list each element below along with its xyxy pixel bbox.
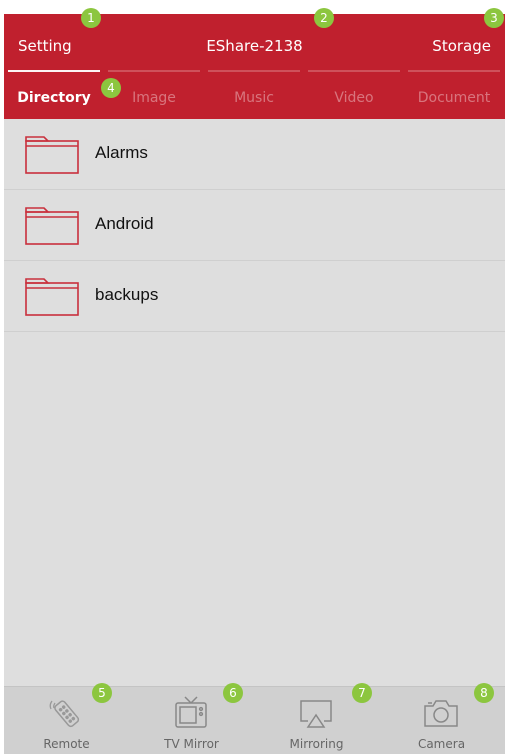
nav-label: TV Mirror xyxy=(164,737,219,751)
app-screen: Setting EShare-2138 Storage Directory Im… xyxy=(4,14,505,754)
device-title: EShare-2138 xyxy=(206,37,303,55)
top-bar: Setting EShare-2138 Storage xyxy=(4,14,505,72)
storage-button[interactable]: Storage xyxy=(432,36,491,56)
annotation-badge: 3 xyxy=(484,8,504,28)
tab-indicator xyxy=(108,70,200,72)
annotation-badge: 6 xyxy=(223,683,243,703)
folder-name: backups xyxy=(95,285,159,304)
folder-icon xyxy=(25,207,79,245)
tv-icon xyxy=(175,696,207,728)
tab-image[interactable]: Image xyxy=(104,70,204,119)
folder-icon xyxy=(25,136,79,174)
tab-label: Document xyxy=(417,90,491,106)
directory-list: Alarms Android backups xyxy=(4,119,505,332)
tab-indicator xyxy=(208,70,300,72)
nav-label: Remote xyxy=(43,737,90,751)
annotation-badge: 1 xyxy=(81,8,101,28)
annotation-badge: 5 xyxy=(92,683,112,703)
list-item[interactable]: backups xyxy=(4,261,505,332)
annotation-badge: 2 xyxy=(314,8,334,28)
folder-icon xyxy=(25,278,79,316)
tab-document[interactable]: Document xyxy=(404,70,504,119)
annotation-badge: 8 xyxy=(474,683,494,703)
tab-indicator xyxy=(308,70,400,72)
folder-name: Android xyxy=(95,214,154,233)
category-tabs: Directory Image Music Video Document xyxy=(4,70,505,119)
remote-icon xyxy=(49,700,80,728)
tab-directory[interactable]: Directory xyxy=(4,70,104,119)
list-item[interactable]: Alarms xyxy=(4,119,505,190)
annotation-badge: 4 xyxy=(101,78,121,98)
tab-label: Music xyxy=(234,90,274,106)
bottom-nav-bar: Remote TV Mirror Mirroring Camera xyxy=(4,686,505,754)
annotation-badge: 7 xyxy=(352,683,372,703)
tab-label: Directory xyxy=(17,90,91,106)
list-item[interactable]: Android xyxy=(4,190,505,261)
app-header: Setting EShare-2138 Storage Directory Im… xyxy=(4,14,505,119)
camera-icon xyxy=(424,700,458,727)
nav-label: Camera xyxy=(417,737,466,751)
tab-label: Video xyxy=(334,90,374,106)
folder-name: Alarms xyxy=(95,143,148,162)
airplay-icon xyxy=(300,700,332,728)
tab-indicator xyxy=(8,70,100,72)
tab-video[interactable]: Video xyxy=(304,70,404,119)
tab-music[interactable]: Music xyxy=(204,70,304,119)
nav-label: Mirroring xyxy=(289,737,344,751)
tab-indicator xyxy=(408,70,500,72)
